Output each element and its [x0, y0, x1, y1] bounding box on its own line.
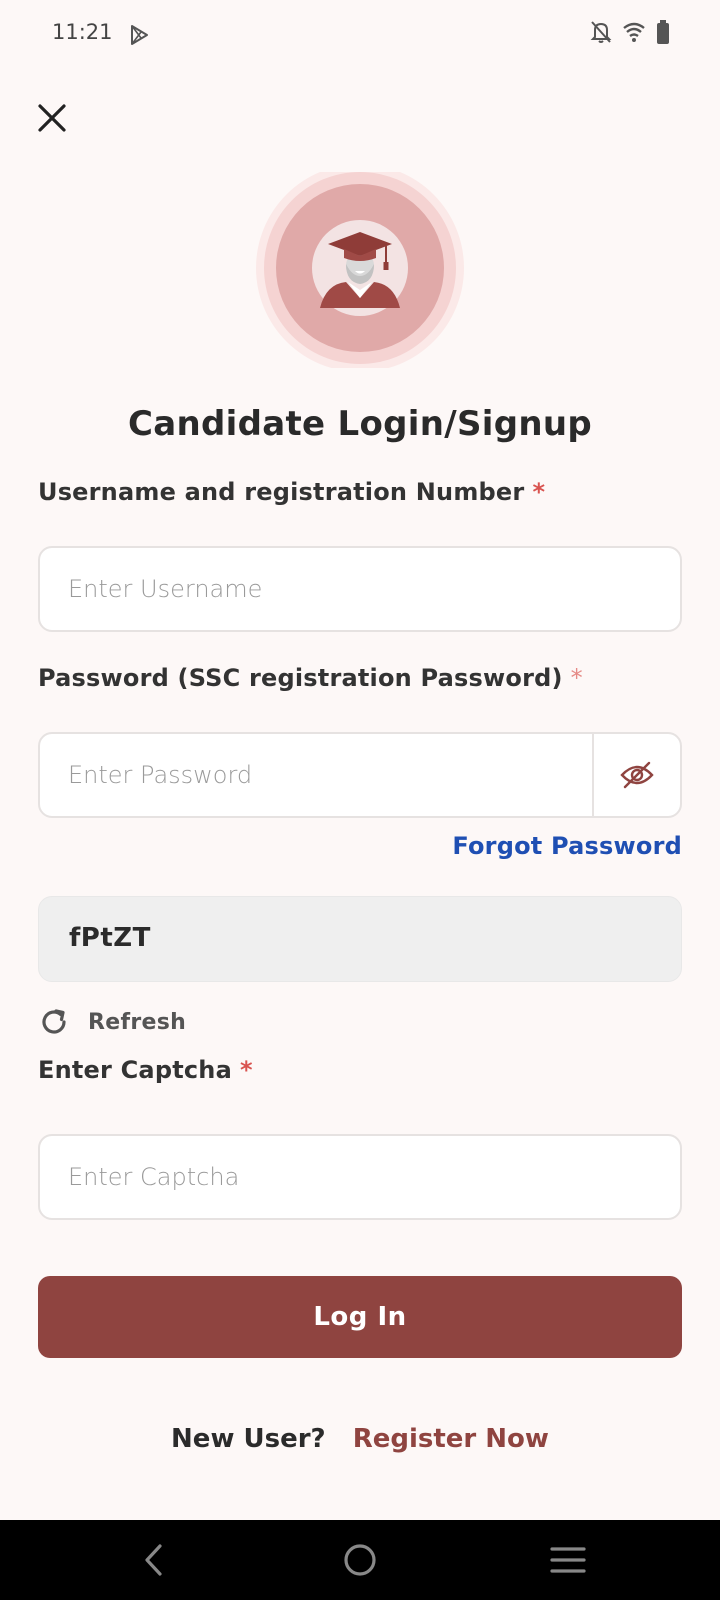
page-title: Candidate Login/Signup — [128, 404, 592, 444]
register-row: New User? Register Now — [0, 1424, 720, 1454]
refresh-captcha-button[interactable]: Refresh — [38, 1006, 186, 1038]
home-icon — [344, 1544, 376, 1576]
password-field-box — [38, 732, 682, 818]
required-mark: * — [570, 664, 583, 692]
required-mark: * — [240, 1056, 253, 1084]
nav-recents-button[interactable] — [528, 1520, 608, 1600]
nav-back-button[interactable] — [114, 1520, 194, 1600]
captcha-label-text: Enter Captcha — [38, 1056, 232, 1084]
system-navigation-bar — [0, 1520, 720, 1600]
captcha-code: fPtZT — [69, 923, 151, 953]
new-user-prompt: New User? — [171, 1424, 326, 1454]
eye-off-icon — [620, 761, 654, 789]
username-field-box — [38, 546, 682, 632]
register-now-link[interactable]: Register Now — [353, 1424, 549, 1454]
username-input[interactable] — [40, 548, 680, 630]
status-bar: 11:21 — [0, 0, 720, 70]
captcha-input[interactable] — [40, 1136, 680, 1218]
password-label-text: Password (SSC registration Password) — [38, 664, 563, 692]
wifi-icon — [622, 21, 646, 43]
login-button[interactable]: Log In — [38, 1276, 682, 1358]
username-label: Username and registration Number * — [38, 478, 545, 506]
captcha-label: Enter Captcha * — [38, 1056, 253, 1084]
recents-menu-icon — [550, 1547, 586, 1573]
forgot-password-link[interactable]: Forgot Password — [452, 832, 682, 860]
refresh-icon — [42, 1009, 66, 1034]
password-input[interactable] — [40, 734, 596, 816]
status-time: 11:21 — [52, 20, 113, 44]
toggle-password-visibility-button[interactable] — [592, 734, 680, 816]
graduate-avatar-icon — [256, 164, 464, 372]
close-icon — [38, 104, 66, 132]
required-mark: * — [532, 478, 546, 506]
password-label: Password (SSC registration Password) * — [38, 664, 583, 692]
notifications-off-icon — [590, 20, 612, 44]
nav-home-button[interactable] — [320, 1520, 400, 1600]
play-store-icon — [128, 24, 150, 46]
captcha-field-box — [38, 1134, 682, 1220]
battery-icon — [656, 20, 670, 44]
close-button[interactable] — [30, 96, 74, 140]
back-icon — [145, 1544, 162, 1576]
captcha-display: fPtZT — [38, 896, 682, 982]
refresh-label: Refresh — [88, 1009, 187, 1035]
username-label-text: Username and registration Number — [38, 478, 525, 506]
